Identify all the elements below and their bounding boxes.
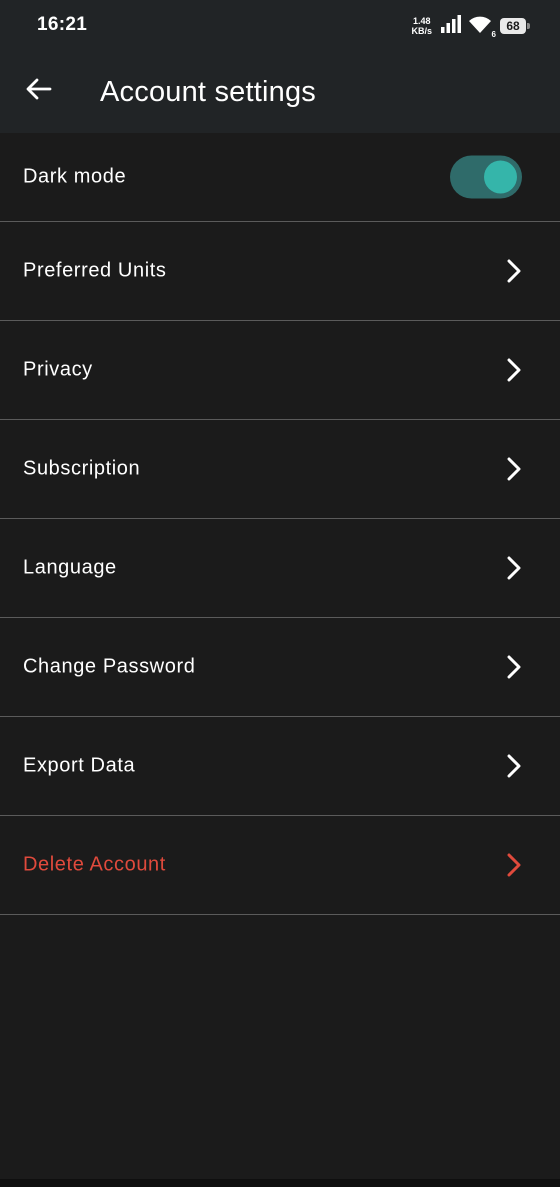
status-time: 16:21 [37, 14, 88, 35]
settings-list: Dark mode Preferred Units Privacy Subscr… [0, 133, 560, 915]
settings-item-label: Delete Account [23, 853, 166, 876]
chevron-right-icon [504, 655, 524, 679]
wifi-icon: 6 [468, 16, 496, 39]
settings-item-label: Subscription [23, 457, 141, 480]
settings-item-privacy[interactable]: Privacy [0, 321, 560, 420]
battery-level: 68 [506, 19, 520, 33]
settings-item-label: Language [23, 556, 117, 579]
chevron-right-icon [504, 556, 524, 580]
settings-item-label: Export Data [23, 754, 136, 777]
arrow-left-icon [26, 78, 52, 105]
settings-item-label: Privacy [23, 358, 93, 381]
settings-item-label: Change Password [23, 655, 196, 678]
settings-item-export-data[interactable]: Export Data [0, 717, 560, 816]
toggle-thumb [484, 160, 517, 194]
back-button[interactable] [22, 74, 56, 108]
chevron-right-icon [504, 358, 524, 382]
chevron-right-icon [504, 853, 524, 877]
navigation-bar [0, 1179, 560, 1187]
chevron-right-icon [504, 754, 524, 778]
dark-mode-label: Dark mode [23, 165, 127, 188]
settings-item-label: Preferred Units [23, 259, 167, 282]
network-speed-value: 1.48 [412, 16, 431, 26]
chevron-right-icon [504, 259, 524, 283]
network-speed: 1.48 KB/s [411, 16, 432, 36]
chevron-right-icon [504, 457, 524, 481]
status-bar: 16:21 1.48 KB/s 6 68 [0, 0, 560, 52]
signal-icon [440, 14, 462, 38]
settings-item-subscription[interactable]: Subscription [0, 420, 560, 519]
settings-item-delete-account[interactable]: Delete Account [0, 816, 560, 915]
app-bar: Account settings [0, 52, 560, 133]
dark-mode-row: Dark mode [0, 133, 560, 222]
settings-item-preferred-units[interactable]: Preferred Units [0, 222, 560, 321]
status-icons: 1.48 KB/s 6 68 [411, 12, 530, 40]
network-speed-unit: KB/s [411, 26, 432, 36]
page-title: Account settings [100, 76, 316, 108]
settings-item-change-password[interactable]: Change Password [0, 618, 560, 717]
battery-icon: 68 [500, 18, 530, 34]
wifi-badge: 6 [491, 30, 496, 39]
settings-item-language[interactable]: Language [0, 519, 560, 618]
dark-mode-toggle[interactable] [450, 155, 522, 199]
